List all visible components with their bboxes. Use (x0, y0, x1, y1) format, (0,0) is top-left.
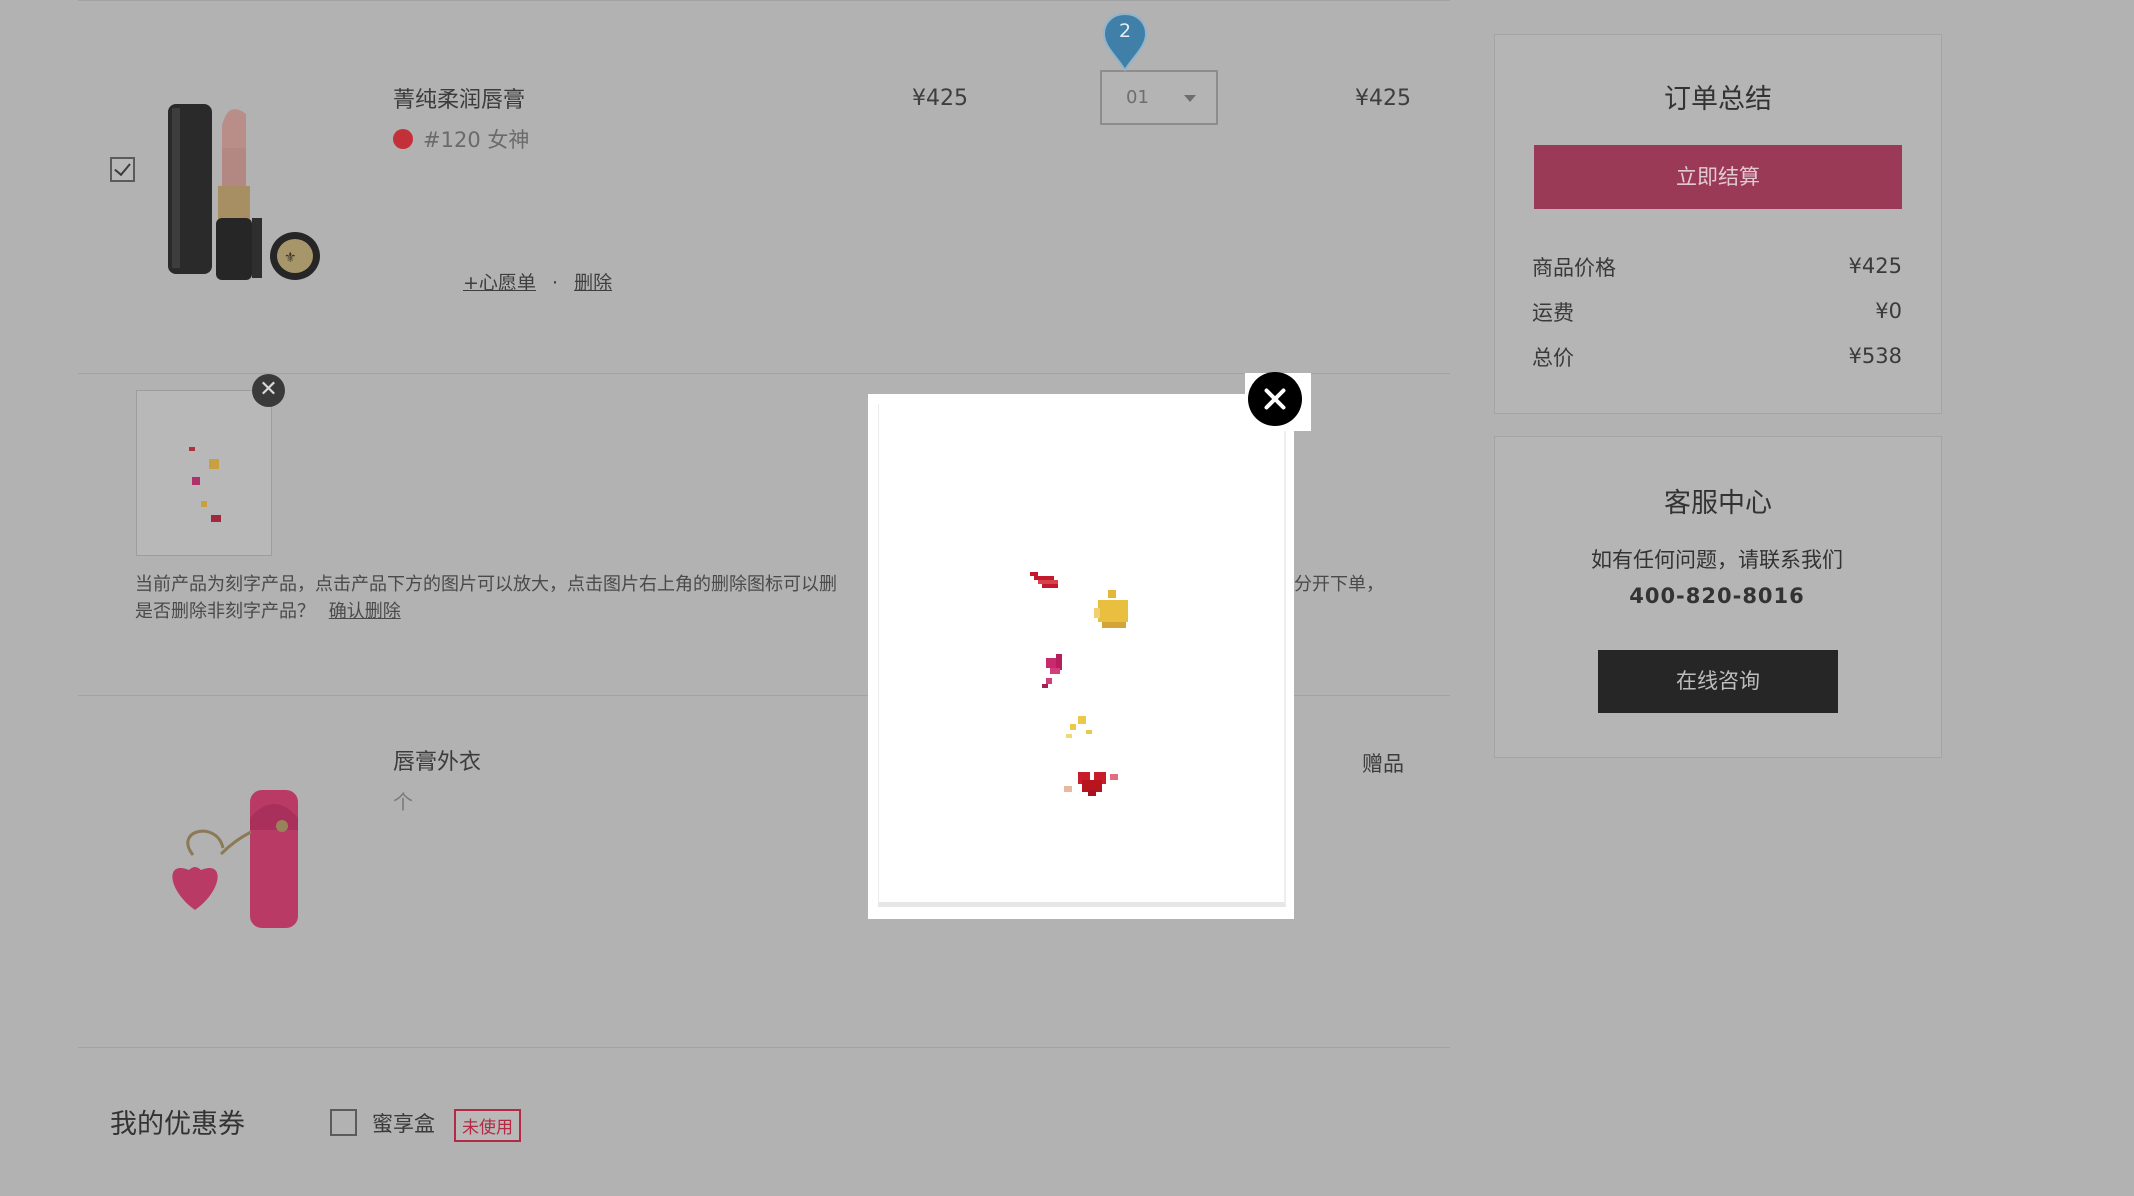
summary-value-shipping: ¥0 (1875, 299, 1902, 323)
summary-value-total: ¥538 (1848, 344, 1902, 368)
service-contact-text: 如有任何问题，请联系我们 (1591, 548, 1843, 572)
order-summary-title: 订单总结 (1664, 84, 1772, 115)
item-select-checkbox[interactable] (110, 157, 135, 182)
quantity-select[interactable]: 01 (1100, 70, 1218, 125)
engraving-notice-line2: 是否删除非刻字产品？ 确认删除 (135, 597, 401, 623)
step-marker-number: 2 (1118, 20, 1132, 42)
checkout-button[interactable]: 立即结算 (1534, 145, 1902, 209)
actions-separator: · (551, 272, 559, 294)
item-name[interactable]: 菁纯柔润唇膏 (393, 82, 525, 114)
coupons-title: 我的优惠券 (110, 1109, 245, 1140)
gift-tag: 赠品 (1362, 752, 1404, 776)
quantity-value: 01 (1126, 87, 1149, 108)
engraving-question: 是否删除非刻字产品？ (135, 601, 315, 622)
engraving-notice-line1-tail: 分开下单， (1294, 574, 1384, 595)
thumbnail-close-button[interactable]: ✕ (252, 374, 285, 407)
service-phone[interactable]: 400-820-8016 (1494, 584, 1940, 608)
coupon-name: 蜜享盒 (372, 1112, 435, 1136)
lipstick-image[interactable]: ⚜ (160, 90, 330, 290)
gift-item-unit: 个 (393, 790, 413, 814)
summary-label-subtotal: 商品价格 (1532, 256, 1616, 280)
delete-link[interactable]: 删除 (574, 272, 612, 294)
item-subtotal: ¥425 (1355, 86, 1411, 111)
summary-label-shipping: 运费 (1532, 301, 1574, 325)
engraving-preview-image (1030, 572, 1128, 796)
lipstick-case-image[interactable] (155, 780, 325, 945)
modal-close-icon[interactable] (1248, 372, 1302, 426)
unit-price: ¥425 (912, 86, 968, 111)
item-actions: +心愿单 · 删除 (463, 268, 612, 295)
confirm-delete-link[interactable]: 确认删除 (329, 601, 401, 622)
shade-label: #120 女神 (423, 128, 530, 152)
coupon-checkbox[interactable] (330, 1109, 357, 1136)
shade-swatch (393, 129, 413, 149)
logo-mark: ⚜ (284, 250, 297, 266)
engraving-notice-line1: 当前产品为刻字产品，点击产品下方的图片可以放大，点击图片右上角的删除图标可以删 (135, 574, 837, 595)
engraving-thumbnail-image (189, 447, 221, 522)
engraving-thumbnail[interactable] (136, 390, 272, 556)
coupon-status-badge: 未使用 (454, 1109, 521, 1142)
chevron-down-icon (1184, 95, 1196, 102)
customer-service-title: 客服中心 (1664, 488, 1772, 519)
item-shade: #120 女神 (393, 124, 529, 154)
divider-top (78, 0, 1450, 1)
add-wishlist-link[interactable]: +心愿单 (463, 272, 536, 294)
online-consult-button[interactable]: 在线咨询 (1598, 650, 1838, 713)
gift-item-name[interactable]: 唇膏外衣 (393, 744, 481, 776)
engraving-preview-modal (868, 394, 1294, 919)
divider (78, 1047, 1450, 1048)
summary-value-subtotal: ¥425 (1848, 254, 1902, 278)
summary-label-total: 总价 (1532, 346, 1574, 370)
